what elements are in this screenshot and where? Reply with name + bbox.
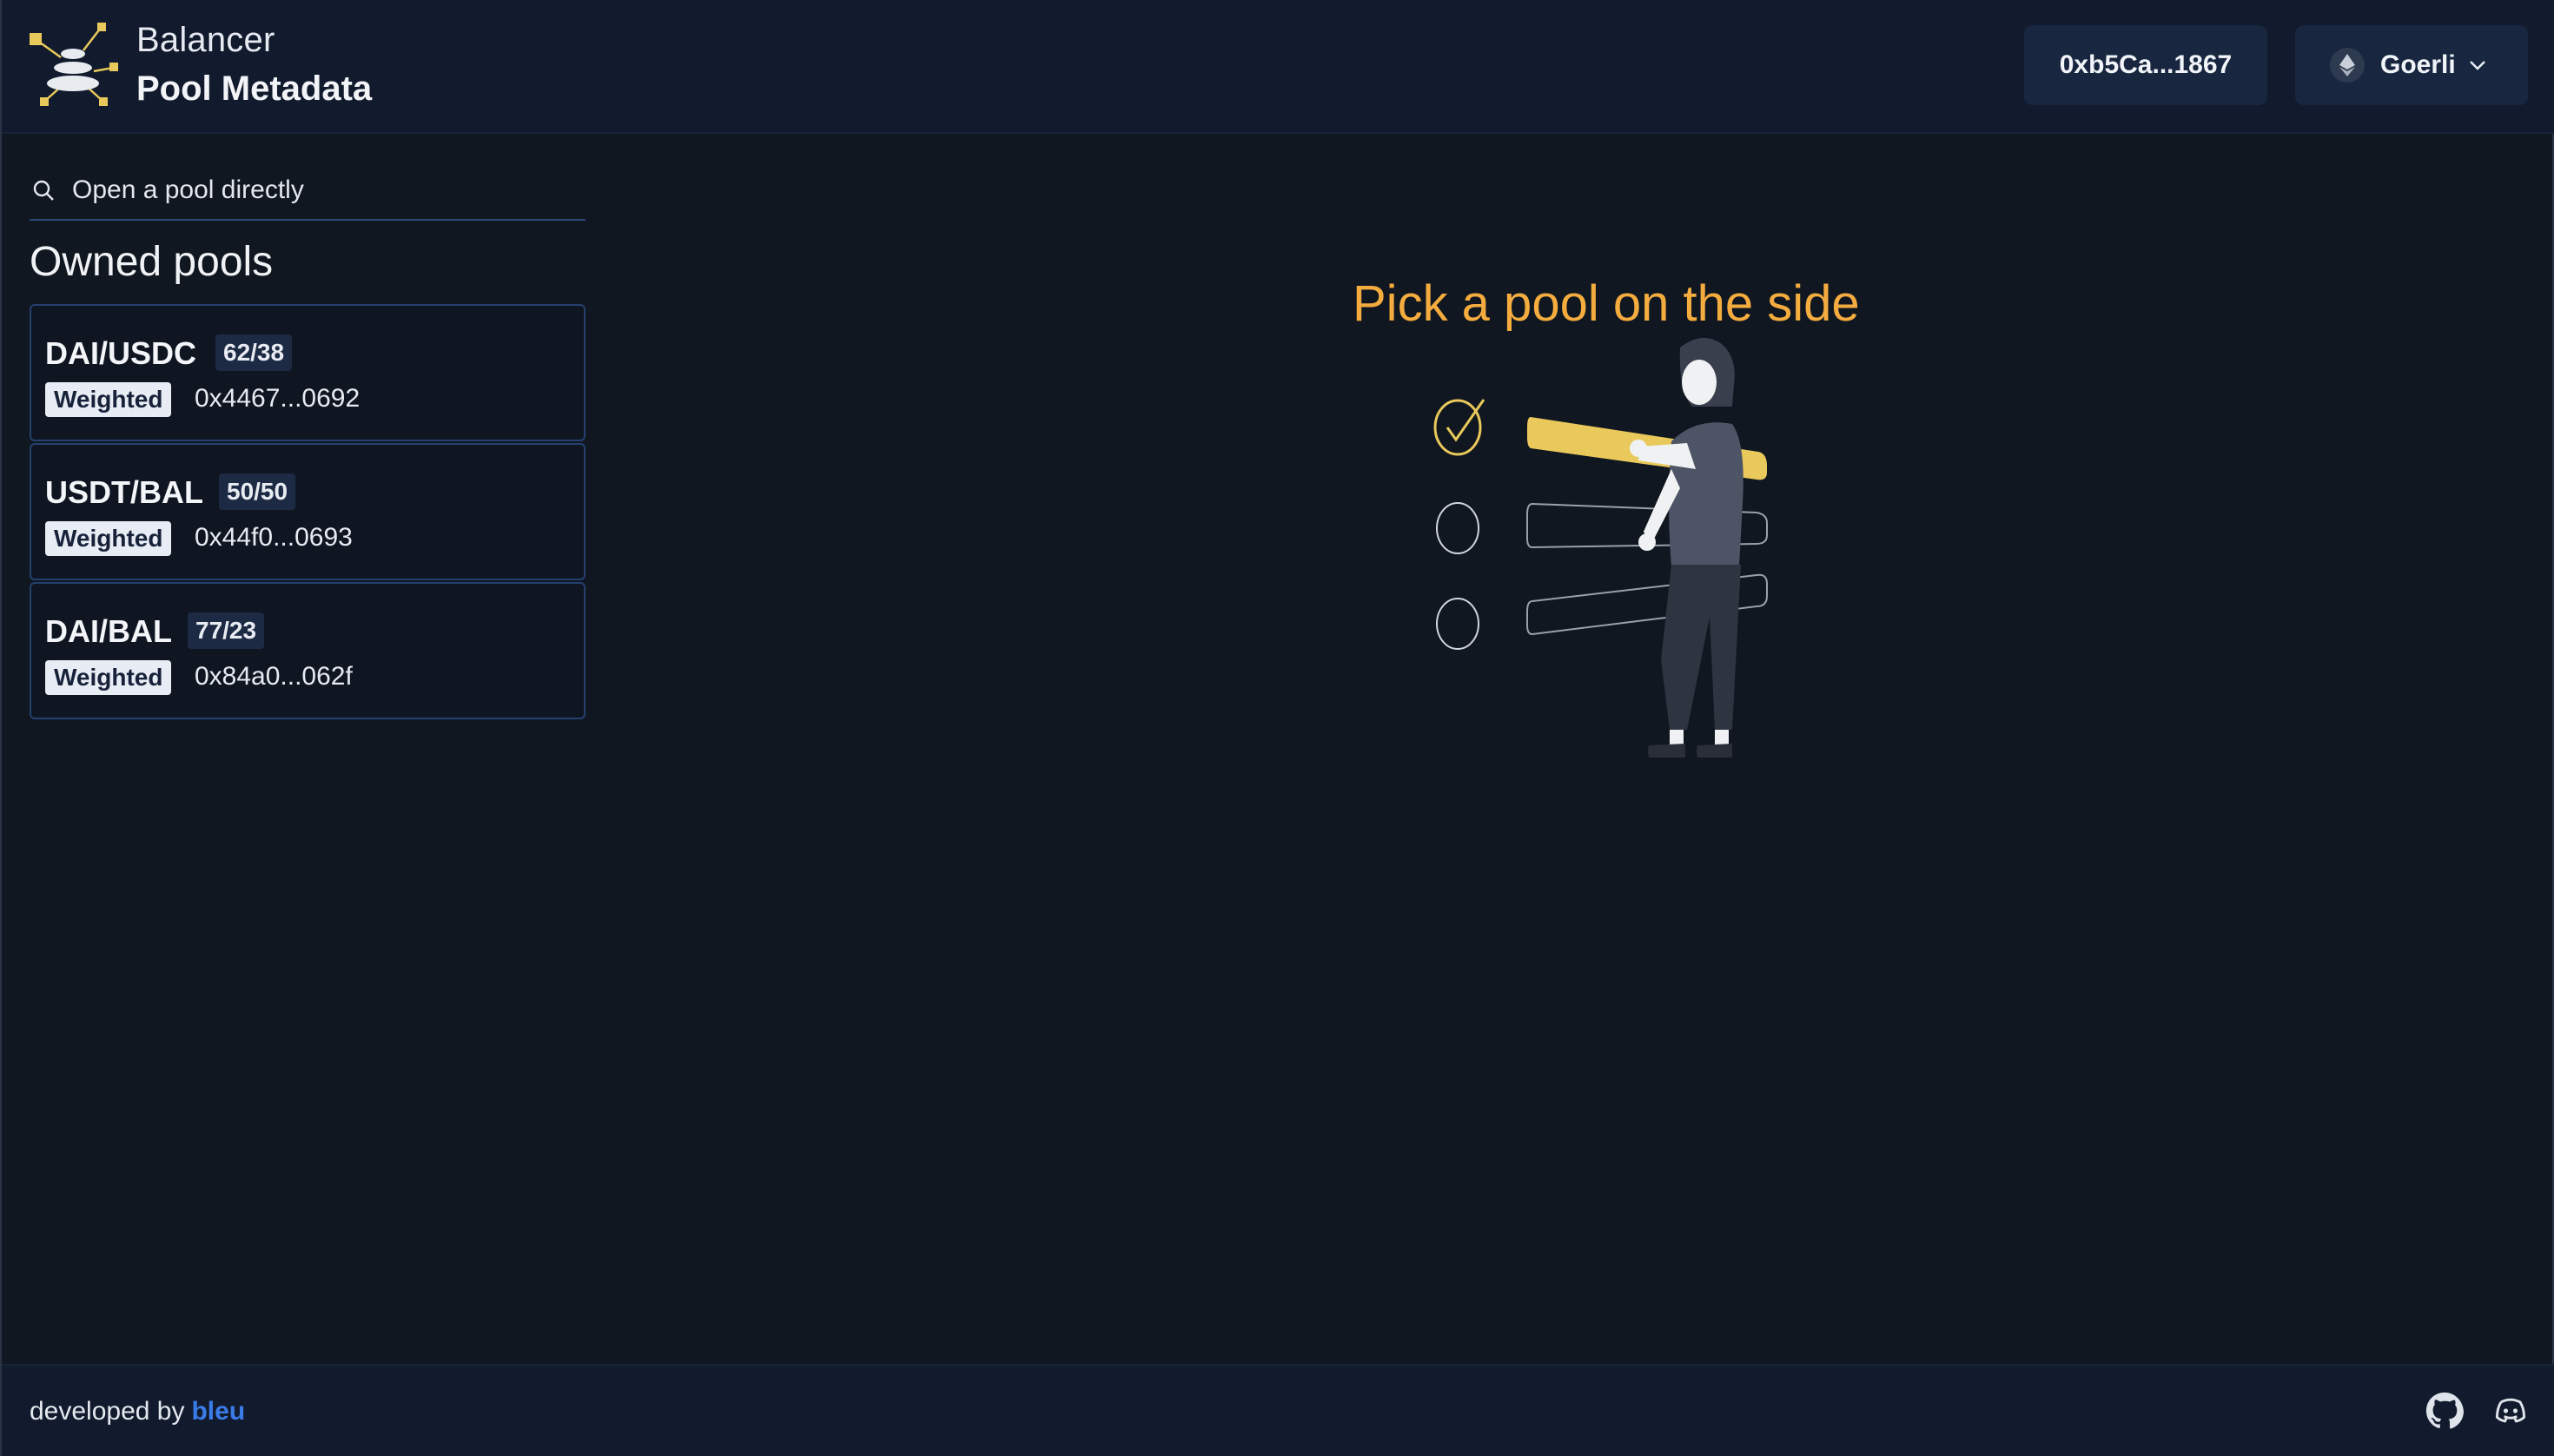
pool-list: DAI/USDC 62/38 Weighted 0x4467...0692 US…: [30, 304, 586, 721]
search-input[interactable]: [72, 175, 559, 205]
footer-developed-by: developed by: [30, 1397, 185, 1426]
ethereum-icon: [2330, 48, 2365, 83]
top-header: Balancer Pool Metadata 0xb5Ca...1867 Goe…: [2, 0, 2554, 134]
footer: developed by bleu: [2, 1364, 2554, 1456]
app-title: Pool Metadata: [136, 69, 373, 108]
pool-type-badge: Weighted: [45, 660, 172, 695]
pool-ratio-badge: 77/23: [188, 612, 265, 649]
pool-search[interactable]: [30, 162, 586, 221]
brand-name: Balancer: [136, 21, 275, 59]
network-selector[interactable]: Goerli: [2295, 25, 2528, 105]
balancer-logo[interactable]: [28, 23, 118, 108]
pool-type-badge: Weighted: [45, 382, 172, 417]
search-icon: [33, 180, 54, 201]
pool-name: DAI/BAL: [45, 613, 172, 649]
pool-ratio-badge: 62/38: [215, 334, 293, 371]
wallet-address-label: 0xb5Ca...1867: [2059, 50, 2233, 79]
pool-card[interactable]: DAI/BAL 77/23 Weighted 0x84a0...062f: [30, 582, 586, 719]
pool-card[interactable]: DAI/USDC 62/38 Weighted 0x4467...0692: [30, 304, 586, 441]
pool-address: 0x44f0...0693: [195, 523, 353, 552]
pool-name: DAI/USDC: [45, 335, 197, 371]
github-icon[interactable]: [2425, 1392, 2464, 1430]
empty-state-title: Pick a pool on the side: [1353, 275, 1860, 332]
pool-type-badge: Weighted: [45, 521, 172, 556]
footer-social-links: [2425, 1392, 2530, 1430]
developer-link[interactable]: bleu: [191, 1397, 245, 1426]
pool-name: USDT/BAL: [45, 474, 203, 510]
wallet-address-button[interactable]: 0xb5Ca...1867: [2024, 25, 2267, 105]
pool-address: 0x4467...0692: [195, 384, 361, 413]
network-label: Goerli: [2380, 50, 2456, 79]
chevron-down-icon: [2468, 59, 2487, 71]
pool-ratio-badge: 50/50: [219, 473, 296, 510]
checklist-illustration: [1433, 337, 1768, 758]
app-window: Balancer Pool Metadata 0xb5Ca...1867 Goe…: [0, 0, 2554, 1456]
footer-credit: developed by bleu: [30, 1397, 245, 1426]
pool-card[interactable]: USDT/BAL 50/50 Weighted 0x44f0...0693: [30, 443, 586, 580]
owned-pools-heading: Owned pools: [30, 239, 274, 285]
pool-address: 0x84a0...062f: [195, 662, 353, 691]
discord-icon[interactable]: [2491, 1392, 2530, 1430]
